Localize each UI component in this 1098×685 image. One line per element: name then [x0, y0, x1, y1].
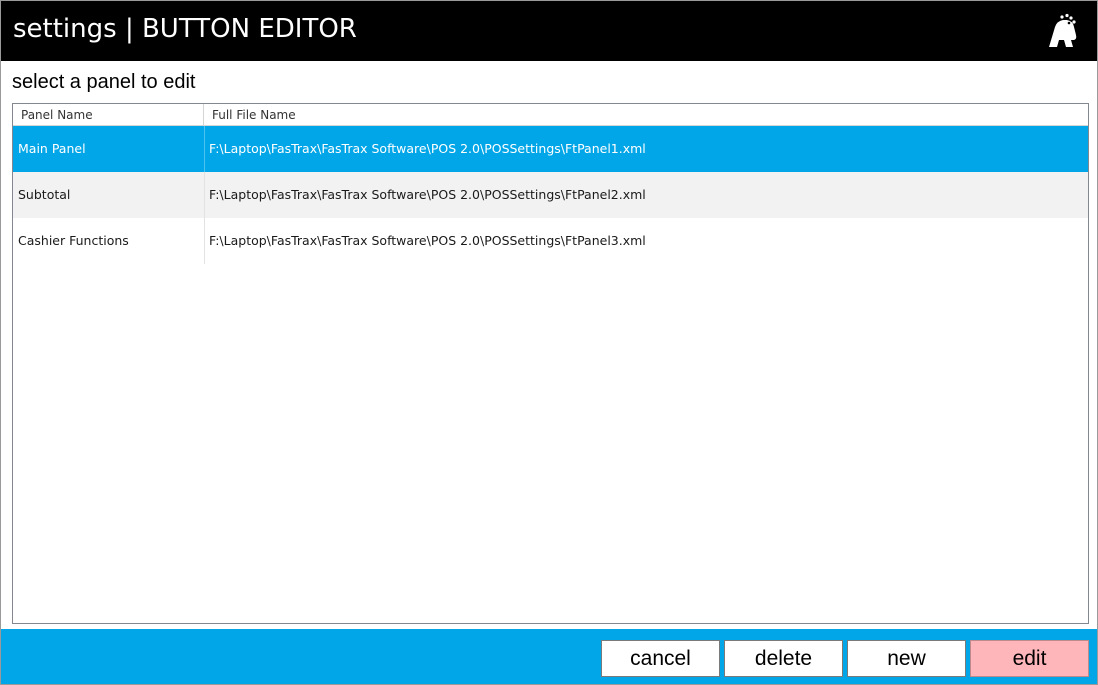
file-name-cell: F:\Laptop\FasTrax\FasTrax Software\POS 2…	[204, 172, 1088, 218]
grid-header: Panel Name Full File Name	[13, 104, 1088, 126]
table-row[interactable]: Subtotal F:\Laptop\FasTrax\FasTrax Softw…	[13, 172, 1088, 218]
column-header-panel-name[interactable]: Panel Name	[13, 104, 204, 125]
panel-name-cell: Subtotal	[18, 187, 71, 202]
fastrax-logo-icon	[1045, 13, 1079, 49]
panel-name-cell: Main Panel	[18, 141, 86, 156]
title-bar: settings | BUTTON EDITOR	[1, 1, 1097, 61]
new-button[interactable]: new	[847, 640, 966, 677]
column-header-full-file-name[interactable]: Full File Name	[204, 104, 1088, 125]
delete-button[interactable]: delete	[724, 640, 843, 677]
file-name-cell: F:\Laptop\FasTrax\FasTrax Software\POS 2…	[204, 218, 1088, 264]
panel-name-cell: Cashier Functions	[18, 233, 129, 248]
action-bar: cancel delete new edit	[1, 629, 1097, 684]
table-row[interactable]: Cashier Functions F:\Laptop\FasTrax\FasT…	[13, 218, 1088, 264]
panel-list-grid: Panel Name Full File Name Main Panel F:\…	[12, 103, 1089, 624]
table-row[interactable]: Main Panel F:\Laptop\FasTrax\FasTrax Sof…	[13, 126, 1088, 172]
file-name-cell: F:\Laptop\FasTrax\FasTrax Software\POS 2…	[204, 126, 1088, 172]
window-title: settings | BUTTON EDITOR	[13, 14, 357, 44]
cancel-button[interactable]: cancel	[601, 640, 720, 677]
page-subtitle: select a panel to edit	[12, 71, 196, 93]
button-editor-window: settings | BUTTON EDITOR select a panel …	[0, 0, 1098, 685]
edit-button[interactable]: edit	[970, 640, 1089, 677]
